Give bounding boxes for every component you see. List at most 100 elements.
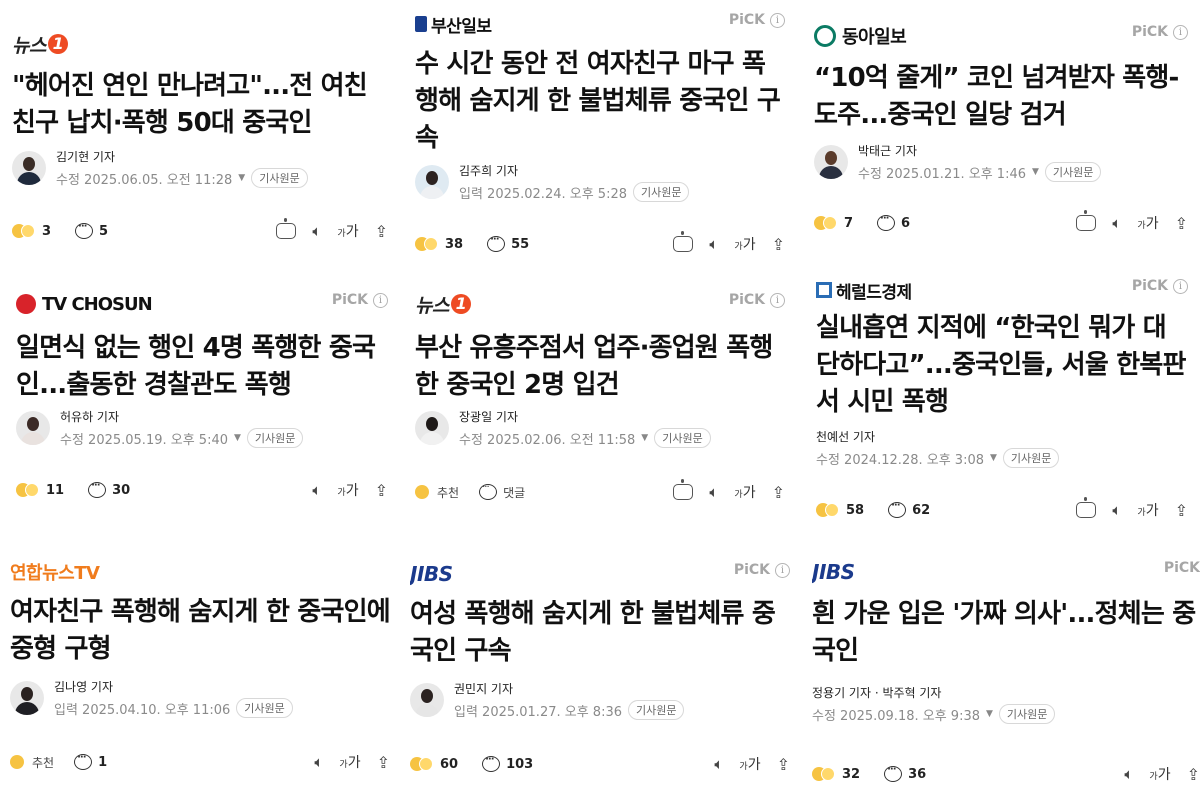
share-icon[interactable]: ⇪ [772, 483, 785, 502]
font-size-icon[interactable]: 가가 [734, 234, 755, 254]
font-size-icon[interactable]: 가가 [337, 221, 358, 241]
publisher-logo[interactable]: TV CHOSUN [16, 290, 153, 318]
comment-button[interactable]: 103 [482, 754, 533, 772]
reaction-button[interactable]: 58 [816, 500, 864, 520]
speaker-icon[interactable]: 🔈︎ [1112, 214, 1121, 232]
reaction-button[interactable]: 38 [415, 234, 463, 254]
article-card[interactable]: JIBS PiCK 흰 가운 입은 '가짜 의사'...정체는 중국인 정용기 … [812, 558, 1200, 794]
article-card[interactable]: JIBS PiCK i 여성 폭행해 숨지게 한 불법체류 중국인 구속 권민지 … [410, 560, 790, 780]
publisher-logo[interactable]: 연합뉴스TV [10, 558, 100, 586]
article-card[interactable]: TV CHOSUN PiCK i 일면식 없는 행인 4명 폭행한 중국인...출… [16, 290, 388, 510]
reporter-name[interactable]: 김주희 기자 [459, 162, 689, 179]
reaction-button[interactable]: 11 [16, 480, 64, 500]
info-icon[interactable]: i [1173, 278, 1188, 294]
speaker-icon[interactable]: 🔈︎ [714, 755, 723, 773]
chevron-down-icon[interactable]: ▼ [641, 433, 648, 443]
original-article-button[interactable]: 기사원문 [628, 700, 685, 720]
share-icon[interactable]: ⇪ [1175, 214, 1188, 233]
font-size-icon[interactable]: 가가 [339, 752, 360, 772]
font-size-icon[interactable]: 가가 [739, 754, 760, 774]
reporter-name[interactable]: 박태근 기자 [858, 142, 1101, 159]
comment-button[interactable]: 댓글 [479, 482, 525, 501]
speaker-icon[interactable]: 🔈︎ [709, 235, 718, 253]
reaction-button[interactable]: 60 [410, 754, 458, 774]
original-article-button[interactable]: 기사원문 [998, 704, 1056, 724]
article-card[interactable]: 동아일보 PiCK i “10억 줄게” 코인 넘겨받자 폭행-도주...중국인 … [814, 22, 1188, 242]
publisher-logo[interactable]: JIBS [812, 558, 855, 586]
recommend-button[interactable]: 추천 [10, 752, 54, 772]
article-title[interactable]: "헤어진 연인 만나려고"...전 여친 친구 납치·폭행 50대 중국인 [12, 68, 382, 142]
info-icon[interactable]: i [1173, 24, 1188, 40]
article-title[interactable]: 수 시간 동안 전 여자친구 마구 폭행해 숨지게 한 불법체류 중국인 구속 [415, 46, 781, 157]
original-article-button[interactable]: 기사원문 [251, 168, 308, 188]
original-article-button[interactable]: 기사원문 [1002, 448, 1060, 468]
original-article-button[interactable]: 기사원문 [236, 698, 293, 718]
share-icon[interactable]: ⇪ [777, 755, 790, 774]
article-title[interactable]: 부산 유흥주점서 업주·종업원 폭행한 중국인 2명 입건 [415, 330, 780, 404]
share-icon[interactable]: ⇪ [772, 235, 785, 254]
original-article-button[interactable]: 기사원문 [654, 428, 711, 448]
reporter-name[interactable]: 천예선 기자 [816, 428, 1059, 445]
info-icon[interactable]: i [373, 292, 388, 308]
reaction-button[interactable]: 3 [12, 221, 51, 241]
article-title[interactable]: 실내흡연 지적에 “한국인 뭐가 대단하다고”...중국인들, 서울 한복판서 … [816, 310, 1188, 421]
info-icon[interactable]: i [775, 562, 790, 578]
info-icon[interactable]: i [770, 292, 785, 308]
reaction-button[interactable]: 7 [814, 213, 853, 233]
speaker-icon[interactable]: 🔈︎ [314, 753, 323, 771]
reporter-name[interactable]: 김나영 기자 [54, 678, 293, 695]
publisher-logo[interactable]: 동아일보 [814, 22, 907, 50]
info-icon[interactable]: i [770, 12, 785, 28]
article-title[interactable]: 일면식 없는 행인 4명 폭행한 중국인...출동한 경찰관도 폭행 [16, 330, 386, 404]
article-card[interactable]: 헤럴드경제 PiCK i 실내흡연 지적에 “한국인 뭐가 대단하다고”...중국… [816, 276, 1188, 526]
recommend-button[interactable]: 추천 [415, 482, 459, 502]
ai-summary-robot-icon[interactable] [673, 479, 694, 500]
publisher-logo[interactable]: 헤럴드경제 [816, 276, 912, 304]
share-icon[interactable]: ⇪ [375, 222, 388, 241]
comment-button[interactable]: 5 [75, 221, 108, 239]
article-title[interactable]: 여성 폭행해 숨지게 한 불법체류 중국인 구속 [410, 596, 790, 670]
speaker-icon[interactable]: 🔈︎ [1112, 501, 1121, 519]
speaker-icon[interactable]: 🔈︎ [312, 222, 321, 240]
share-icon[interactable]: ⇪ [1187, 765, 1200, 784]
article-title[interactable]: “10억 줄게” 코인 넘겨받자 폭행-도주...중국인 일당 검거 [814, 60, 1184, 134]
comment-button[interactable]: 1 [74, 752, 107, 770]
article-card[interactable]: 뉴스 1 "헤어진 연인 만나려고"...전 여친 친구 납치·폭행 50대 중… [12, 30, 388, 250]
share-icon[interactable]: ⇪ [375, 481, 388, 500]
chevron-down-icon[interactable]: ▼ [990, 453, 997, 463]
speaker-icon[interactable]: 🔈︎ [312, 481, 321, 499]
chevron-down-icon[interactable]: ▼ [1032, 167, 1039, 177]
chevron-down-icon[interactable]: ▼ [986, 709, 993, 719]
font-size-icon[interactable]: 가가 [1137, 213, 1158, 233]
font-size-icon[interactable]: 가가 [1149, 764, 1170, 784]
publisher-logo[interactable]: 뉴스 1 [12, 30, 68, 58]
font-size-icon[interactable]: 가가 [1137, 500, 1158, 520]
speaker-icon[interactable]: 🔈︎ [1124, 765, 1133, 783]
font-size-icon[interactable]: 가가 [734, 482, 755, 502]
reporter-name[interactable]: 김기현 기자 [56, 148, 308, 165]
ai-summary-robot-icon[interactable] [276, 218, 297, 239]
article-card[interactable]: 뉴스 1 PiCK i 부산 유흥주점서 업주·종업원 폭행한 중국인 2명 입건… [415, 290, 785, 510]
reporter-name[interactable]: 정용기 기자 · 박주혁 기자 [812, 684, 1055, 701]
comment-button[interactable]: 6 [877, 213, 910, 231]
article-card[interactable]: 부산일보 PiCK i 수 시간 동안 전 여자친구 마구 폭행해 숨지게 한 불… [415, 10, 785, 260]
speaker-icon[interactable]: 🔈︎ [709, 483, 718, 501]
comment-button[interactable]: 55 [487, 234, 529, 252]
chevron-down-icon[interactable]: ▼ [234, 433, 241, 443]
share-icon[interactable]: ⇪ [377, 753, 390, 772]
original-article-button[interactable]: 기사원문 [246, 428, 304, 448]
comment-button[interactable]: 62 [888, 500, 930, 518]
article-card[interactable]: 연합뉴스TV 여자친구 폭행해 숨지게 한 중국인에 중형 구형 김나영 기자 … [10, 558, 390, 778]
publisher-logo[interactable]: 부산일보 [415, 10, 492, 38]
reporter-name[interactable]: 권민지 기자 [454, 680, 684, 697]
reporter-name[interactable]: 장광일 기자 [459, 408, 711, 425]
comment-button[interactable]: 30 [88, 480, 130, 498]
chevron-down-icon[interactable]: ▼ [238, 173, 245, 183]
ai-summary-robot-icon[interactable] [673, 231, 694, 252]
article-title[interactable]: 여자친구 폭행해 숨지게 한 중국인에 중형 구형 [10, 594, 390, 668]
publisher-logo[interactable]: 뉴스 1 [415, 290, 471, 318]
font-size-icon[interactable]: 가가 [337, 480, 358, 500]
ai-summary-robot-icon[interactable] [1076, 210, 1097, 231]
share-icon[interactable]: ⇪ [1175, 501, 1188, 520]
original-article-button[interactable]: 기사원문 [633, 182, 690, 202]
